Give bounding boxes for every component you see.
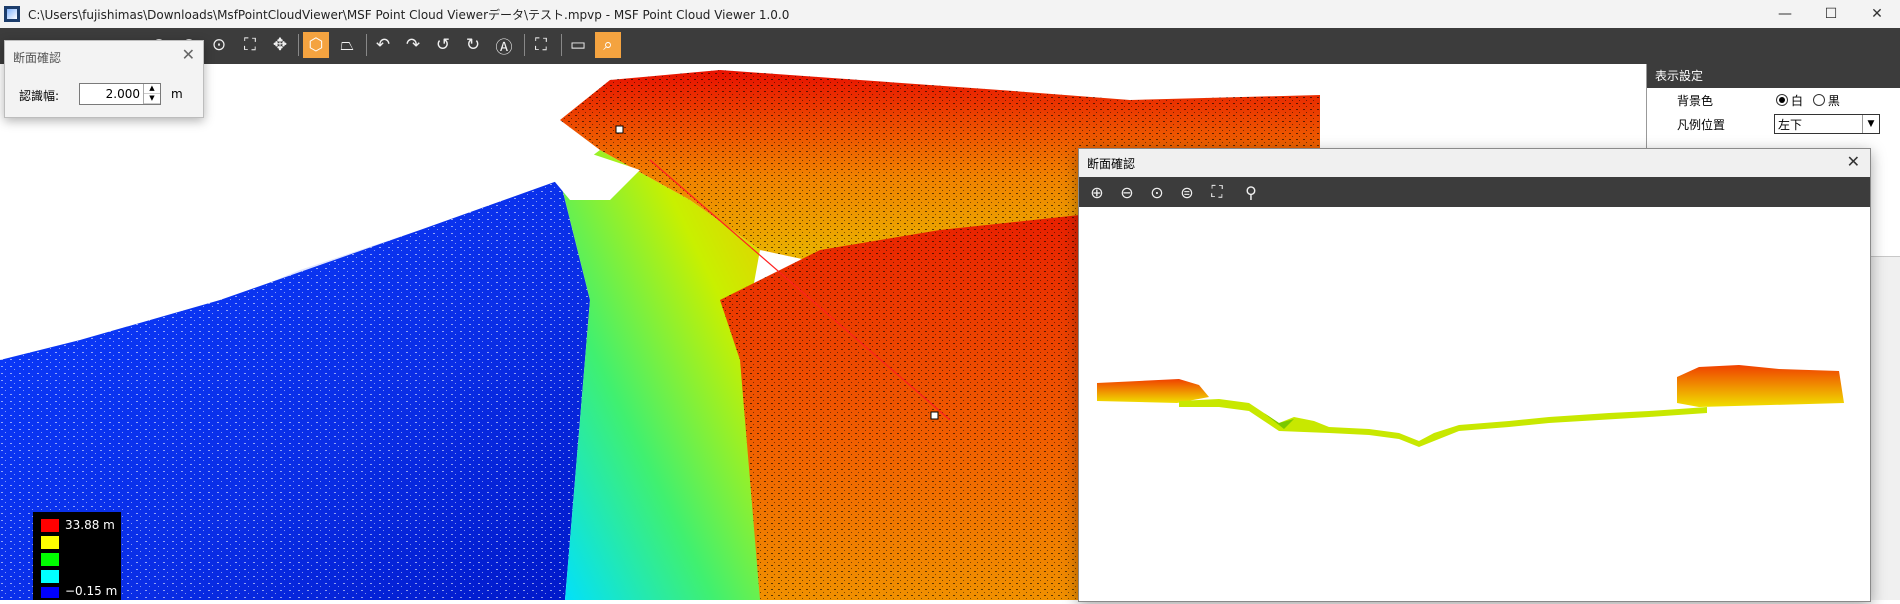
close-window-button[interactable]: ✕ <box>1854 0 1900 28</box>
maximize-button[interactable]: ☐ <box>1808 0 1854 28</box>
width-label: 認識幅: <box>19 89 60 103</box>
section-window-close-button[interactable]: ✕ <box>1847 152 1860 171</box>
radio-black-label: 黒 <box>1827 94 1840 108</box>
toolbar-divider <box>561 34 562 56</box>
spin-down-icon[interactable]: ▼ <box>144 94 160 104</box>
section-window-title: 断面確認 <box>1087 157 1136 171</box>
zoom-reset-icon[interactable]: ⊜ <box>1175 180 1199 204</box>
window-titlebar: C:\Users\fujishimas\Downloads\MsfPointCl… <box>0 0 1900 28</box>
width-value: 2.000 <box>105 87 140 101</box>
elevation-legend: 33.88 m −0.15 m <box>33 512 121 600</box>
redo-icon[interactable]: ↷ <box>400 32 426 58</box>
dialog-close-button[interactable]: ✕ <box>182 45 195 64</box>
perspective-icon[interactable]: ⏢ <box>334 32 360 58</box>
section-profile-canvas[interactable] <box>1079 207 1870 601</box>
zoom-fit-icon[interactable]: ⊙ <box>206 32 232 58</box>
rotate-right-icon[interactable]: ↻ <box>460 32 486 58</box>
minimize-button[interactable]: — <box>1762 0 1808 28</box>
section-check-icon[interactable]: ⌕ <box>595 32 621 58</box>
rotate-left-icon[interactable]: ↺ <box>430 32 456 58</box>
dialog-title: 断面確認 <box>13 51 62 65</box>
zoom-area-icon[interactable]: ⊙ <box>1145 180 1169 204</box>
setting-label: 凡例位置 <box>1677 118 1726 132</box>
chevron-down-icon: ▼ <box>1862 115 1879 133</box>
width-input[interactable]: 2.000 ▲ ▼ <box>79 83 161 105</box>
undo-icon[interactable]: ↶ <box>370 32 396 58</box>
main-toolbar: ⊕ ⊖ ⊙ ⛶ ✥ ⬡ ⏢ ↶ ↷ ↺ ↻ Ⓐ ⛶ ▭ ⌕ <box>0 28 1900 64</box>
setting-row-legend-position: 凡例位置 左下 ▼ <box>1647 112 1900 137</box>
width-spinner[interactable]: ▲ ▼ <box>143 84 160 104</box>
fullscreen-icon[interactable]: ⛶ <box>528 32 554 58</box>
setting-row-background: 背景色 白 黒 <box>1647 88 1900 113</box>
pick-icon[interactable]: ⚲ <box>1239 180 1263 204</box>
legend-position-value: 左下 <box>1778 118 1803 132</box>
pan-icon[interactable]: ✥ <box>267 32 293 58</box>
legend-position-select[interactable]: 左下 ▼ <box>1774 114 1880 134</box>
legend-min-label: −0.15 m <box>65 584 118 598</box>
legend-swatch-cyan <box>41 570 59 583</box>
zoom-out-icon[interactable]: ⊖ <box>1115 180 1139 204</box>
background-radio-group: 白 黒 <box>1776 92 1840 109</box>
measure-icon[interactable]: ▭ <box>565 32 591 58</box>
legend-swatch-red <box>41 519 59 532</box>
section-profile-window: 断面確認 ✕ ⊕ ⊖ ⊙ ⊜ ⛶ ⚲ <box>1078 148 1871 602</box>
section-toolbar: ⊕ ⊖ ⊙ ⊜ ⛶ ⚲ <box>1079 177 1870 207</box>
toolbar-divider <box>366 34 367 56</box>
cube-view-icon[interactable]: ⬡ <box>303 32 329 58</box>
radio-white[interactable] <box>1776 94 1788 106</box>
radio-white-label: 白 <box>1791 94 1804 108</box>
window-controls: — ☐ ✕ <box>1762 0 1900 28</box>
app-icon <box>4 6 20 22</box>
section-profile-render <box>1097 365 1844 447</box>
legend-max-label: 33.88 m <box>65 518 115 532</box>
radio-black[interactable] <box>1812 94 1825 106</box>
north-icon[interactable]: Ⓐ <box>491 32 517 58</box>
toolbar-divider <box>524 34 525 56</box>
legend-swatch-green <box>41 553 59 566</box>
toolbar-divider <box>298 34 299 56</box>
fit-icon[interactable]: ⛶ <box>1205 180 1229 204</box>
settings-header: 表示設定 <box>1647 64 1900 88</box>
spin-up-icon[interactable]: ▲ <box>144 84 160 94</box>
legend-swatch-yellow <box>41 536 59 549</box>
section-width-dialog: 断面確認 ✕ 認識幅: 2.000 ▲ ▼ m <box>4 40 204 118</box>
window-title: C:\Users\fujishimas\Downloads\MsfPointCl… <box>28 7 790 22</box>
zoom-in-icon[interactable]: ⊕ <box>1085 180 1109 204</box>
width-unit: m <box>171 87 183 101</box>
legend-swatch-blue <box>41 587 59 598</box>
setting-label: 背景色 <box>1677 94 1714 108</box>
section-window-titlebar: 断面確認 ✕ <box>1079 149 1870 177</box>
zoom-extent-icon[interactable]: ⛶ <box>237 32 263 58</box>
